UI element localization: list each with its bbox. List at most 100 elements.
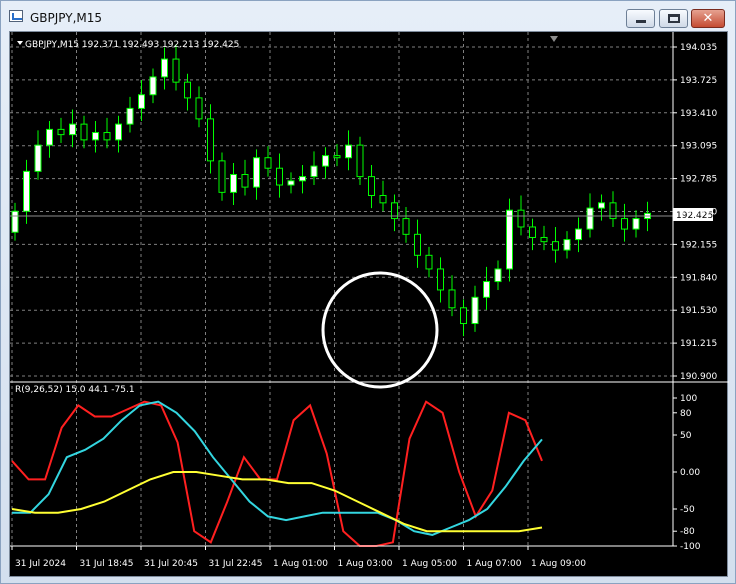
- price-axis-label: 193.725: [680, 76, 717, 86]
- price-axis-label: 191.840: [680, 273, 717, 283]
- candle-body: [92, 132, 99, 141]
- candle-body: [379, 194, 387, 204]
- price-chart[interactable]: GBPJPY,M15 192.371 192.493 192.213 192.4…: [9, 31, 729, 578]
- price-axis-label: 192.470: [680, 208, 717, 218]
- candle-body: [437, 268, 444, 291]
- indicator-series-line-1: [11, 400, 543, 547]
- candle-body: [333, 155, 341, 159]
- candle-body: [172, 58, 180, 83]
- shift-marker-icon[interactable]: [550, 36, 558, 42]
- minimize-button[interactable]: [626, 9, 655, 28]
- candle-body: [506, 209, 513, 270]
- time-axis-label: 31 Jul 2024: [15, 559, 66, 569]
- time-axis-label: 31 Jul 22:45: [209, 559, 263, 569]
- candle-body: [253, 157, 260, 188]
- time-axis-label: 1 Aug 07:00: [467, 559, 522, 569]
- price-axis-label: 193.410: [680, 109, 717, 119]
- candle-body: [460, 307, 467, 325]
- candle-body: [287, 180, 295, 186]
- candle-body: [299, 176, 306, 182]
- candle-body: [11, 210, 19, 233]
- chart-window: GBPJPY,M15 ✕ GBPJPY,M15 192.371 192.493 …: [0, 0, 736, 584]
- candle-body: [425, 254, 433, 270]
- candle-body: [218, 160, 226, 193]
- price-axis-label: 191.215: [680, 339, 717, 349]
- candle-body: [598, 202, 605, 209]
- candle-body: [57, 128, 65, 136]
- candle-body: [540, 236, 548, 243]
- indicator-axis-label: 50: [680, 431, 692, 441]
- symbol-ohlc-label: GBPJPY,M15 192.371 192.493 192.213 192.4…: [25, 40, 239, 50]
- candle-body: [471, 296, 479, 325]
- candle-body: [483, 281, 490, 298]
- title-bar[interactable]: GBPJPY,M15 ✕: [1, 1, 735, 31]
- candle-body: [241, 174, 249, 188]
- candle-body: [276, 167, 283, 186]
- candlesticks: [11, 44, 651, 337]
- indicator-axis-label: -50: [680, 505, 695, 515]
- indicator-label: R(9,26,52) 15.0 44.1 -75.1: [15, 385, 135, 395]
- candle-body: [517, 209, 525, 228]
- candle-body: [138, 94, 145, 109]
- candle-body: [621, 218, 628, 230]
- candle-body: [195, 97, 203, 120]
- close-icon: ✕: [702, 11, 714, 26]
- candle-body: [80, 123, 88, 141]
- candle-body: [149, 76, 157, 96]
- chart-menu-icon[interactable]: [17, 41, 23, 45]
- indicator-axis-label: -100: [680, 542, 701, 552]
- indicator-series-line-2: [12, 400, 543, 536]
- candle-body: [207, 118, 214, 162]
- candle-body: [552, 241, 559, 251]
- candle-body: [115, 123, 122, 141]
- candle-body: [575, 228, 582, 241]
- indicator-axis-label: -80: [680, 527, 695, 537]
- price-axis-label: 193.095: [680, 142, 717, 152]
- indicator-axis-label: 0.00: [680, 468, 700, 478]
- candle-body: [448, 289, 456, 309]
- price-axis-label: 194.035: [680, 43, 717, 53]
- time-axis-label: 31 Jul 20:45: [144, 559, 198, 569]
- price-axis-label: 192.785: [680, 175, 717, 185]
- candle-body: [23, 170, 30, 212]
- candle-body: [103, 132, 111, 141]
- candle-body: [46, 128, 53, 146]
- price-axis-label: 192.155: [680, 240, 717, 250]
- candle-body: [69, 123, 76, 136]
- indicator-axis-label: 80: [680, 409, 692, 419]
- candle-body: [356, 144, 364, 178]
- candle-body: [563, 239, 571, 251]
- candle-body: [230, 174, 237, 193]
- candle-body: [494, 268, 502, 283]
- maximize-button[interactable]: [659, 9, 688, 28]
- chart-canvas[interactable]: GBPJPY,M15 192.371 192.493 192.213 192.4…: [10, 32, 729, 578]
- chart-window-icon: [9, 10, 23, 22]
- candle-body: [402, 218, 410, 235]
- candle-body: [586, 207, 594, 230]
- indicator-axis-label: 100: [680, 394, 697, 404]
- candle-body: [161, 58, 168, 78]
- price-axis-label: 190.900: [680, 372, 717, 382]
- window-title: GBPJPY,M15: [30, 11, 103, 25]
- candle-body: [322, 155, 329, 167]
- candle-body: [310, 165, 318, 178]
- candle-body: [264, 157, 272, 169]
- candle-body: [34, 144, 42, 172]
- indicator-pane: [11, 400, 543, 547]
- candle-body: [529, 226, 536, 238]
- time-axis-label: 31 Jul 18:45: [80, 559, 134, 569]
- candle-body: [126, 107, 134, 125]
- close-button[interactable]: ✕: [691, 9, 725, 28]
- time-axis-label: 1 Aug 09:00: [531, 559, 586, 569]
- candle-body: [632, 218, 640, 230]
- time-axis-label: 1 Aug 01:00: [273, 559, 328, 569]
- price-axis-label: 191.530: [680, 306, 717, 316]
- candle-body: [184, 81, 191, 99]
- time-axis-label: 1 Aug 05:00: [402, 559, 457, 569]
- candle-body: [345, 144, 352, 159]
- annotation-circle: [321, 271, 439, 389]
- minimize-icon: [636, 20, 646, 23]
- candle-body: [414, 233, 421, 256]
- maximize-icon: [668, 14, 680, 23]
- time-axis-label: 1 Aug 03:00: [338, 559, 393, 569]
